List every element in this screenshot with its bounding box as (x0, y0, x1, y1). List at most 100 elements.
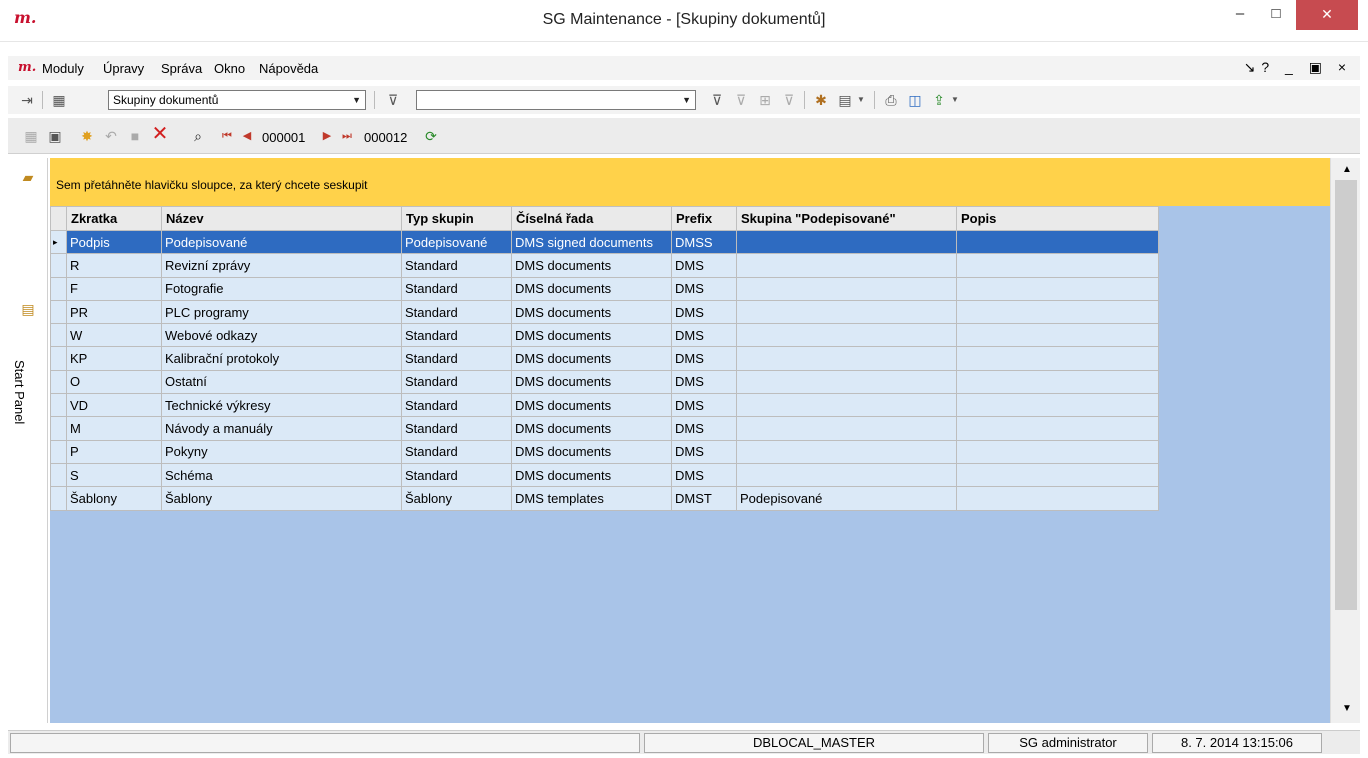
column-header-zkratka[interactable]: Zkratka (66, 206, 162, 231)
view-select[interactable]: Skupiny dokumentů ▼ (108, 90, 366, 110)
table-cell[interactable] (736, 253, 957, 278)
undo-icon[interactable]: ↶ (102, 127, 120, 145)
table-cell[interactable]: DMSS (671, 229, 737, 255)
table-cell[interactable] (736, 323, 957, 348)
grid-view-icon[interactable]: ▦ (50, 91, 68, 109)
group-by-bar[interactable]: Sem přetáhněte hlavičku sloupce, za kter… (50, 158, 1330, 206)
table-cell[interactable] (736, 299, 957, 325)
print-icon[interactable]: ⎙ (882, 91, 900, 109)
table-cell[interactable]: DMST (671, 486, 737, 511)
last-record-icon[interactable]: ⏭ (340, 127, 354, 145)
table-cell[interactable] (956, 229, 1159, 255)
refresh-icon[interactable]: ⟳ (422, 127, 440, 145)
table-cell[interactable]: PLC programy (161, 299, 402, 325)
table-cell[interactable] (736, 276, 957, 301)
save-icon[interactable]: ■ (126, 127, 144, 145)
column-header-popis[interactable]: Popis (956, 206, 1159, 231)
search-icon[interactable]: ⌕ (188, 127, 208, 145)
row-indicator[interactable] (50, 462, 67, 488)
documents-icon[interactable]: ▤ (18, 300, 38, 318)
table-cell[interactable]: DMS documents (511, 462, 672, 488)
table-row[interactable]: PR PLC programy Standard DMS documents DMS (50, 299, 1159, 325)
table-cell[interactable] (736, 462, 957, 488)
folder-icon[interactable]: ▰ (18, 168, 38, 186)
table-cell[interactable] (736, 393, 957, 418)
table-cell[interactable]: Technické výkresy (161, 393, 402, 418)
table-cell[interactable]: DMS (671, 346, 737, 371)
table-cell[interactable]: DMS signed documents (511, 229, 672, 255)
table-cell[interactable]: Fotografie (161, 276, 402, 301)
row-indicator[interactable] (50, 393, 67, 418)
table-cell[interactable]: Standard (401, 253, 512, 278)
table-cell[interactable]: Šablony (401, 486, 512, 511)
current-row-arrow-icon[interactable]: ▸ (50, 229, 67, 255)
maximize-button[interactable]: □ (1258, 0, 1294, 30)
row-indicator[interactable] (50, 416, 67, 441)
table-cell[interactable] (956, 393, 1159, 418)
table-row[interactable]: P Pokyny Standard DMS documents DMS (50, 439, 1159, 464)
table-cell[interactable]: DMS documents (511, 346, 672, 371)
scroll-down-icon[interactable]: ▼ (1342, 703, 1352, 714)
close-button[interactable]: ✕ (1296, 0, 1358, 30)
table-cell[interactable]: Standard (401, 369, 512, 395)
table-cell[interactable]: Návody a manuály (161, 416, 402, 441)
table-cell[interactable]: Standard (401, 462, 512, 488)
table-cell[interactable]: DMS documents (511, 439, 672, 464)
table-cell[interactable]: W (66, 323, 162, 348)
table-cell[interactable]: Standard (401, 439, 512, 464)
keyboard-icon[interactable]: ▦ (22, 127, 40, 145)
table-cell[interactable] (956, 486, 1159, 511)
table-row[interactable]: F Fotografie Standard DMS documents DMS (50, 276, 1159, 301)
vertical-scrollbar[interactable]: ▲ ▼ (1330, 158, 1360, 723)
table-cell[interactable]: DMS documents (511, 299, 672, 325)
table-cell[interactable]: M (66, 416, 162, 441)
table-cell[interactable]: DMS (671, 439, 737, 464)
table-cell[interactable] (736, 416, 957, 441)
table-cell[interactable] (736, 369, 957, 395)
tools-icon[interactable]: ✱ (812, 91, 830, 109)
column-header-skupina-podepisovane[interactable]: Skupina "Podepisované" (736, 206, 957, 231)
filter-edit-icon[interactable]: ⊽ (708, 91, 726, 109)
table-cell[interactable]: Schéma (161, 462, 402, 488)
table-cell[interactable] (956, 462, 1159, 488)
filter-select[interactable]: ▼ (416, 90, 696, 110)
table-cell[interactable] (956, 439, 1159, 464)
menu-okno[interactable]: Okno (214, 61, 245, 76)
form-view-icon[interactable]: ▣ (46, 127, 64, 145)
column-header-prefix[interactable]: Prefix (671, 206, 737, 231)
table-cell[interactable]: R (66, 253, 162, 278)
table-cell[interactable]: Podpis (66, 229, 162, 255)
table-cell[interactable]: DMS (671, 299, 737, 325)
table-row[interactable]: W Webové odkazy Standard DMS documents DMS (50, 323, 1159, 348)
exit-icon[interactable]: ⇥ (18, 91, 36, 109)
layout-icon[interactable]: ▤ (836, 91, 854, 109)
table-cell[interactable] (956, 416, 1159, 441)
table-cell[interactable] (736, 439, 957, 464)
table-cell[interactable]: DMS documents (511, 416, 672, 441)
table-row[interactable]: R Revizní zprávy Standard DMS documents DMS (50, 253, 1159, 278)
start-panel-tab[interactable]: Start Panel (12, 360, 27, 424)
filter-remove-icon[interactable]: ⊽ (780, 91, 798, 109)
table-cell[interactable]: Šablony (66, 486, 162, 511)
table-row[interactable]: S Schéma Standard DMS documents DMS (50, 462, 1159, 488)
table-row[interactable]: VD Technické výkresy Standard DMS documents… (50, 393, 1159, 418)
next-record-icon[interactable]: ▶ (320, 127, 334, 145)
table-cell[interactable] (736, 229, 957, 255)
delete-icon[interactable]: ✕ (150, 124, 170, 144)
row-indicator[interactable] (50, 276, 67, 301)
table-row[interactable]: Šablony Šablony Šablony DMS templates DMST Po… (50, 486, 1159, 511)
scroll-up-icon[interactable]: ▲ (1342, 164, 1352, 175)
table-cell[interactable]: Kalibrační protokoly (161, 346, 402, 371)
table-cell[interactable] (956, 323, 1159, 348)
row-indicator[interactable] (50, 299, 67, 325)
table-cell[interactable] (956, 299, 1159, 325)
table-cell[interactable]: Podepisované (161, 229, 402, 255)
table-row[interactable]: KP Kalibrační protokoly Standard DMS docume… (50, 346, 1159, 371)
table-cell[interactable]: P (66, 439, 162, 464)
table-cell[interactable]: Podepisované (736, 486, 957, 511)
table-cell[interactable]: Standard (401, 299, 512, 325)
column-header-nazev[interactable]: Název (161, 206, 402, 231)
minimize-button[interactable]: – (1222, 0, 1258, 30)
chevron-down-icon[interactable]: ▼ (950, 91, 960, 109)
table-row[interactable]: ▸ Podpis Podepisované Podepisované DMS signe… (50, 229, 1159, 255)
